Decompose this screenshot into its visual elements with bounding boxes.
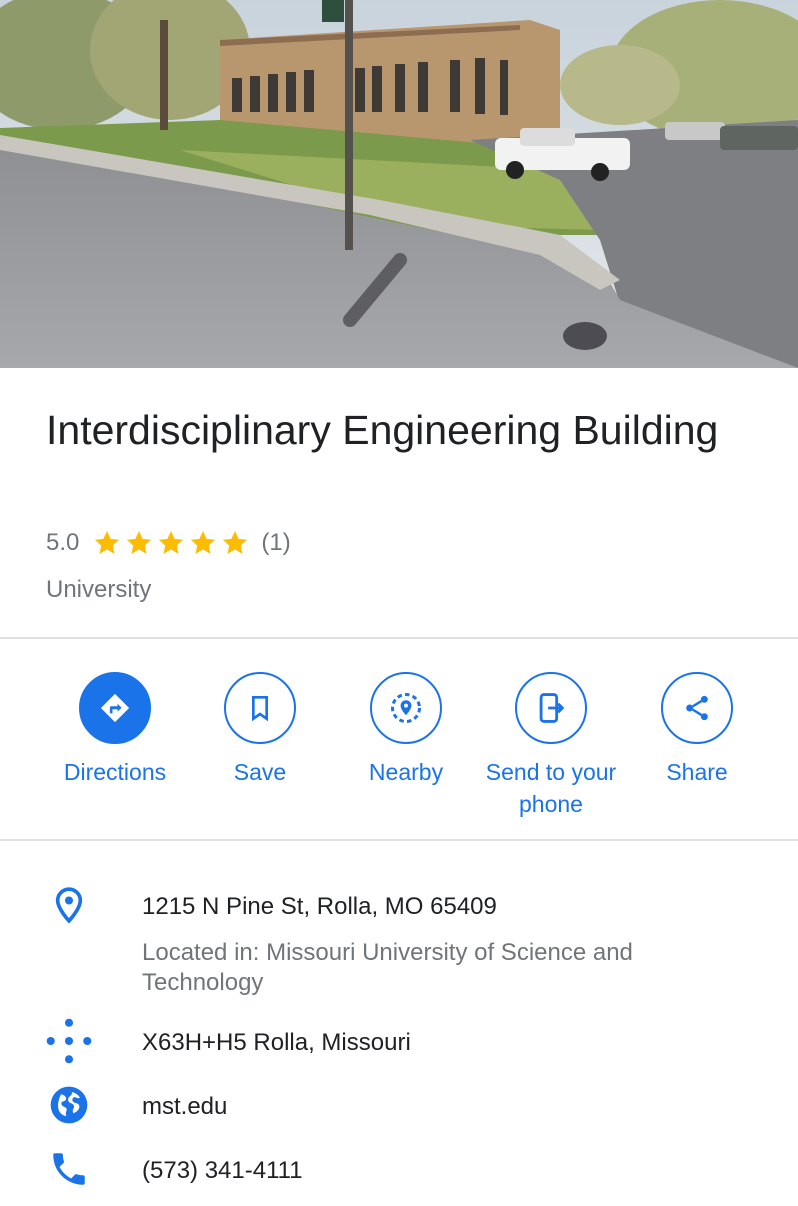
plus-code-icon — [44, 1016, 94, 1066]
directions-button-circle[interactable] — [79, 672, 151, 744]
send-to-phone-icon — [539, 693, 565, 723]
phone-icon — [44, 1144, 94, 1194]
globe-icon — [44, 1080, 94, 1130]
location-pin-icon — [44, 880, 94, 930]
directions-label: Directions — [63, 759, 167, 785]
place-title: Interdisciplinary Engineering Building — [46, 407, 719, 453]
address-text: 1215 N Pine St, Rolla, MO 65409 — [142, 893, 497, 920]
star-icon — [127, 531, 152, 554]
nearby-icon — [391, 693, 421, 723]
send-to-phone-label: Send to your phone — [485, 759, 617, 817]
place-photo[interactable] — [0, 0, 798, 368]
street-view-photo — [0, 0, 798, 368]
divider — [0, 839, 798, 841]
star-icon — [191, 531, 216, 554]
share-button[interactable]: Share — [617, 672, 777, 788]
nearby-button-circle[interactable] — [370, 672, 442, 744]
share-icon — [686, 695, 708, 721]
plus-code-text: X63H+H5 Rolla, Missouri — [142, 1029, 411, 1056]
located-in-text[interactable]: Located in: Missouri University of Scien… — [142, 938, 702, 998]
star-icon — [223, 531, 248, 554]
share-label: Share — [666, 759, 728, 785]
website-link[interactable]: mst.edu — [142, 1092, 742, 1122]
nearby-label: Nearby — [368, 759, 444, 785]
star-icon — [159, 531, 184, 554]
share-button-circle[interactable] — [661, 672, 733, 744]
rating-value: 5.0 — [46, 529, 80, 556]
save-button-circle[interactable] — [224, 672, 296, 744]
directions-button[interactable]: Directions — [35, 672, 195, 788]
bookmark-icon — [252, 696, 268, 722]
rating-row: 5.0 (1) — [46, 526, 291, 560]
save-button[interactable]: Save — [180, 672, 340, 788]
place-category[interactable]: University — [46, 576, 151, 604]
star-icon — [95, 531, 120, 554]
review-count-link[interactable]: (1) — [261, 529, 290, 557]
directions-icon — [100, 693, 130, 723]
phone-number[interactable]: (573) 341-4111 — [142, 1156, 742, 1186]
nearby-button[interactable]: Nearby — [326, 672, 486, 788]
send-to-phone-button[interactable]: Send to your phone — [471, 672, 631, 820]
send-to-phone-button-circle[interactable] — [515, 672, 587, 744]
star-rating — [91, 528, 251, 558]
action-bar: Directions Save Nearby Send to your phon… — [0, 672, 798, 822]
save-label: Save — [233, 759, 287, 785]
divider — [0, 637, 798, 639]
